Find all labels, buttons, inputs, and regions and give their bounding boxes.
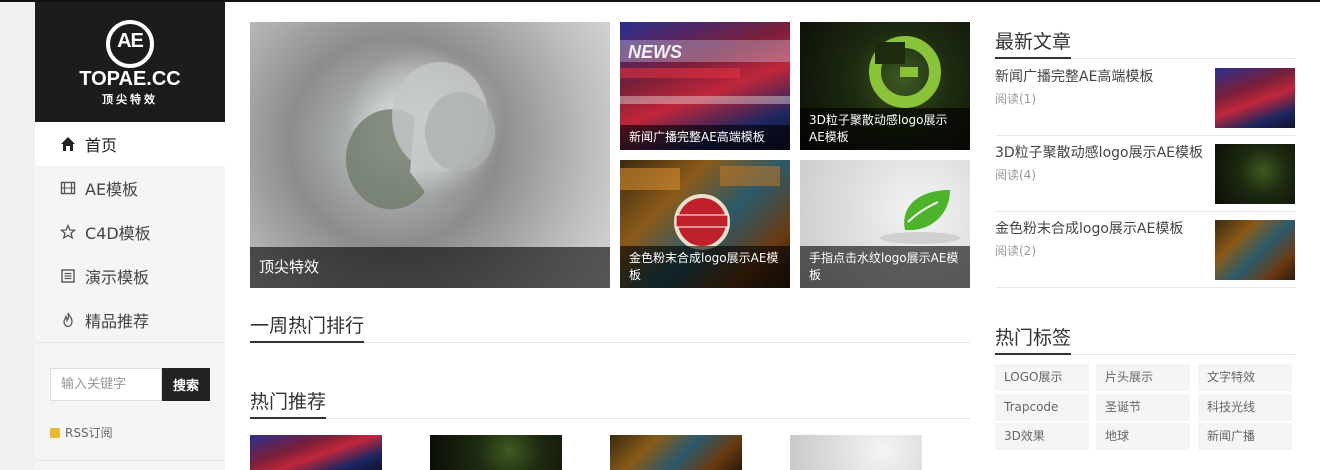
ae-logo-icon: AE — [106, 20, 154, 68]
tag-item[interactable]: LOGO展示 — [995, 364, 1089, 391]
nav-label: C4D模板 — [85, 224, 151, 243]
tag-item[interactable]: 科技光线 — [1198, 394, 1292, 421]
article-read-count: 阅读(4) — [995, 168, 1036, 182]
smoke-logo-image — [345, 47, 505, 210]
latest-articles-header: 最新文章 — [995, 29, 1295, 59]
article-read-count: 阅读(2) — [995, 244, 1036, 258]
article-thumbnail[interactable] — [1215, 68, 1295, 128]
section-title: 一周热门排行 — [250, 311, 365, 343]
featured-caption: 新闻广播完整AE高端模板 — [620, 125, 790, 150]
hot-recommend-header: 热门推荐 — [250, 389, 970, 419]
nav-label: 演示模板 — [85, 268, 150, 287]
nav-item-ae-templates[interactable]: AE模板 — [35, 166, 225, 210]
logo-subtitle: 顶尖特效 — [102, 93, 158, 106]
recommend-thumbnail[interactable] — [790, 435, 922, 470]
fire-icon — [59, 311, 77, 329]
nav-label: 精品推荐 — [85, 312, 150, 331]
featured-particle-logo[interactable]: 3D粒子聚散动感logo展示AE模板 — [800, 22, 970, 150]
article-item[interactable]: 新闻广播完整AE高端模板 阅读(1) — [995, 60, 1295, 136]
featured-caption: 顶尖特效 — [250, 247, 610, 288]
nav-label: AE模板 — [85, 180, 139, 199]
news-image-text: NEWS — [628, 42, 682, 62]
article-title[interactable]: 新闻广播完整AE高端模板 — [995, 68, 1207, 86]
featured-news[interactable]: NEWS 新闻广播完整AE高端模板 — [620, 22, 790, 150]
rss-link[interactable]: RSS订阅 — [50, 424, 113, 441]
film-icon — [59, 179, 77, 197]
search-button[interactable]: 搜索 — [162, 368, 210, 401]
article-item[interactable]: 3D粒子聚散动感logo展示AE模板 阅读(4) — [995, 136, 1295, 212]
featured-gold-powder[interactable]: 金色粉末合成logo展示AE模板 — [620, 160, 790, 288]
star-icon — [59, 223, 77, 241]
hot-tags-header: 热门标签 — [995, 325, 1295, 355]
sidebar: AE TOPAE.CC 顶尖特效 首页 AE模板 C4D模板 演示模板 精品推荐… — [35, 2, 225, 470]
tag-item[interactable]: 文字特效 — [1198, 364, 1292, 391]
search-input[interactable] — [50, 368, 162, 401]
article-title[interactable]: 3D粒子聚散动感logo展示AE模板 — [995, 144, 1207, 162]
featured-caption: 手指点击水纹logo展示AE模板 — [800, 246, 970, 288]
featured-caption: 金色粉末合成logo展示AE模板 — [620, 246, 790, 288]
tag-item[interactable]: 新闻广播 — [1198, 423, 1292, 450]
recommend-thumbnail[interactable] — [430, 435, 562, 470]
nav-label: 首页 — [85, 136, 118, 155]
weekly-hot-header: 一周热门排行 — [250, 313, 970, 343]
article-title[interactable]: 金色粉末合成logo展示AE模板 — [995, 220, 1207, 238]
article-thumbnail[interactable] — [1215, 220, 1295, 280]
section-title: 最新文章 — [995, 27, 1072, 59]
nav-item-c4d-templates[interactable]: C4D模板 — [35, 210, 225, 254]
article-read-count: 阅读(1) — [995, 92, 1036, 106]
document-icon — [59, 267, 77, 285]
nav-item-home[interactable]: 首页 — [35, 122, 225, 166]
page: AE TOPAE.CC 顶尖特效 首页 AE模板 C4D模板 演示模板 精品推荐… — [35, 2, 1320, 470]
logo-title: TOPAE.CC — [79, 68, 181, 90]
nav-item-featured[interactable]: 精品推荐 — [35, 298, 225, 342]
article-item[interactable]: 金色粉末合成logo展示AE模板 阅读(2) — [995, 212, 1295, 288]
sidebar-divider — [35, 342, 225, 343]
recommend-thumbnail[interactable] — [610, 435, 742, 470]
alpha-channel-badge-image — [620, 166, 780, 250]
sidebar-divider — [35, 460, 225, 461]
tag-item[interactable]: 3D效果 — [995, 423, 1089, 450]
news-image: NEWS — [620, 40, 790, 104]
rss-label: RSS订阅 — [65, 426, 113, 440]
article-thumbnail[interactable] — [1215, 144, 1295, 204]
tag-item[interactable]: 地球 — [1096, 423, 1190, 450]
section-title: 热门推荐 — [250, 387, 327, 419]
logo-mark: AE — [117, 30, 144, 52]
home-icon — [59, 135, 77, 153]
section-title: 热门标签 — [995, 323, 1072, 355]
site-logo[interactable]: AE TOPAE.CC 顶尖特效 — [35, 2, 225, 122]
featured-caption: 3D粒子聚散动感logo展示AE模板 — [800, 108, 970, 150]
featured-main[interactable]: 顶尖特效 — [250, 22, 610, 288]
green-g-logo-image — [869, 36, 941, 108]
green-leaf-logo-image — [880, 190, 960, 244]
recommend-thumbnail[interactable] — [250, 435, 382, 470]
nav-item-presentation-templates[interactable]: 演示模板 — [35, 254, 225, 298]
tag-item[interactable]: 圣诞节 — [1096, 394, 1190, 421]
featured-finger-ripple[interactable]: 手指点击水纹logo展示AE模板 — [800, 160, 970, 288]
tag-item[interactable]: Trapcode — [995, 394, 1089, 421]
tag-item[interactable]: 片头展示 — [1096, 364, 1190, 391]
rss-icon — [50, 427, 60, 438]
